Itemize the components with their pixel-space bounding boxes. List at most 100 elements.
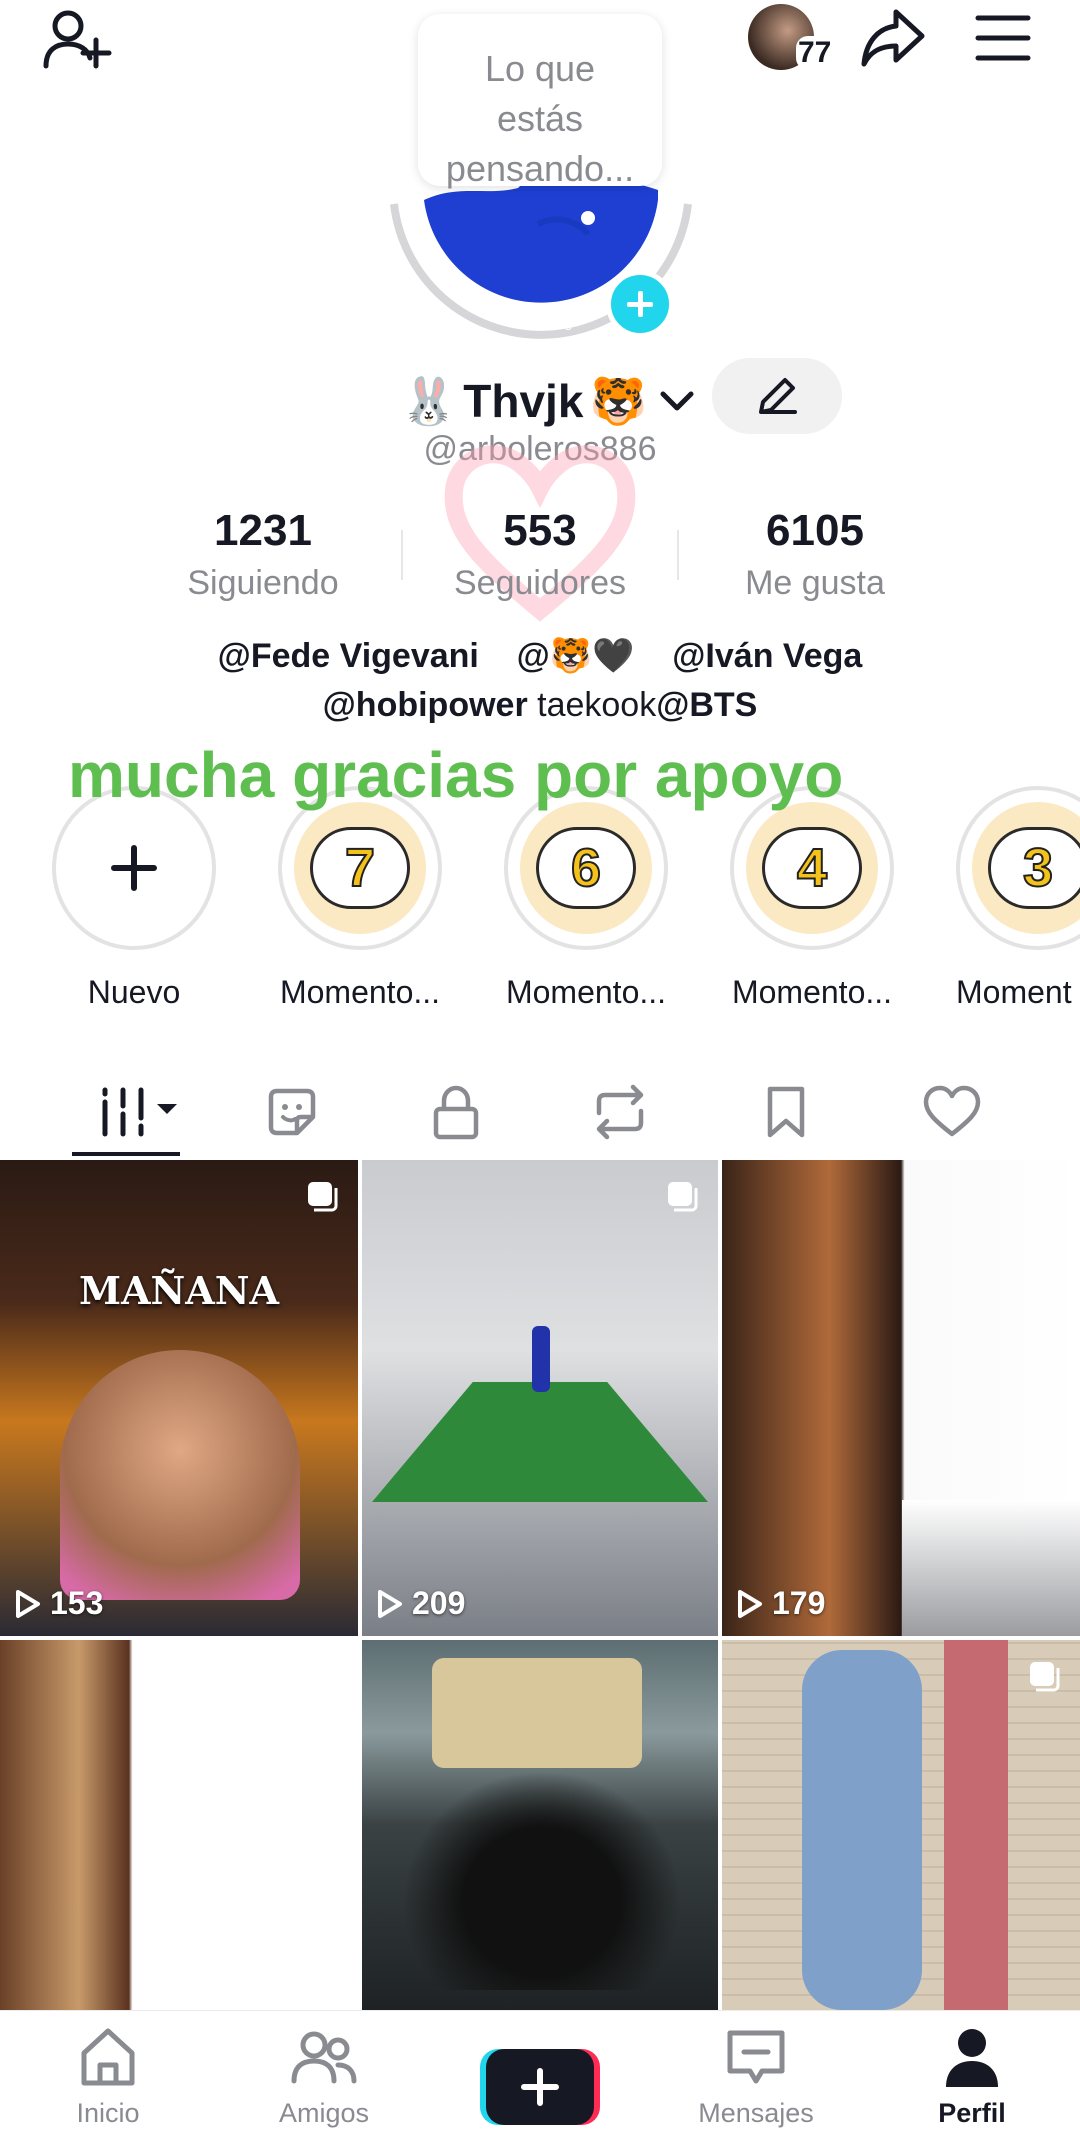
nav-friends[interactable]: Amigos bbox=[244, 2025, 404, 2129]
tab-reposts[interactable] bbox=[584, 1076, 656, 1148]
thumbnail-dancers bbox=[402, 1770, 682, 1990]
stat-following[interactable]: 1231 Siguiendo bbox=[133, 506, 393, 603]
stat-divider bbox=[677, 530, 679, 580]
highlight-moment[interactable]: 6 Momento... bbox=[504, 786, 668, 1011]
view-count-value: 209 bbox=[412, 1585, 466, 1621]
thumbnail-people bbox=[60, 1350, 300, 1600]
home-icon bbox=[81, 2028, 135, 2086]
nav-label: Mensajes bbox=[698, 2098, 814, 2128]
stat-divider bbox=[401, 530, 403, 580]
highlight-label: Nuevo bbox=[87, 974, 181, 1010]
friend-avatar-with-count[interactable]: 77 bbox=[748, 4, 836, 76]
multi-photo-icon bbox=[308, 1182, 338, 1212]
bio-line-1: @Fede Vigevani @🐯🖤 @Iván Vega bbox=[0, 636, 1080, 676]
tab-liked[interactable] bbox=[916, 1076, 988, 1148]
mention-link[interactable]: @BTS bbox=[656, 686, 757, 724]
bottom-navigation: Inicio Amigos Mensajes Perfil bbox=[0, 2010, 1080, 2148]
thumbnail-title-overlay: MAÑANA bbox=[79, 1268, 279, 1313]
likes-count: 6105 bbox=[766, 506, 864, 555]
view-count-value: 153 bbox=[50, 1585, 104, 1621]
green-caption-overlay: mucha gracias por apoyo bbox=[68, 739, 844, 811]
video-thumbnail[interactable]: 179 bbox=[722, 1160, 1080, 1636]
followers-label: Seguidores bbox=[453, 564, 626, 602]
play-icon bbox=[738, 1589, 762, 1618]
thumbnail-floor bbox=[372, 1382, 708, 1502]
plus-icon bbox=[111, 845, 157, 891]
highlight-moment[interactable]: 4 Momento... bbox=[730, 786, 894, 1011]
heart-icon bbox=[923, 1085, 981, 1137]
highlight-label: Moment bbox=[956, 974, 1072, 1010]
friends-icon bbox=[291, 2031, 357, 2084]
content-tabs bbox=[0, 1062, 1080, 1162]
bookmark-icon bbox=[767, 1086, 805, 1138]
highlight-number: 7 bbox=[310, 827, 410, 909]
bio-text: taekook bbox=[527, 686, 657, 724]
mention-link[interactable]: @🐯🖤 bbox=[517, 637, 635, 675]
nav-home[interactable]: Inicio bbox=[28, 2025, 188, 2129]
mention-link[interactable]: @Fede Vigevani bbox=[218, 637, 479, 675]
highlight-label: Momento... bbox=[505, 974, 667, 1010]
view-count: 179 bbox=[736, 1585, 825, 1622]
share-icon[interactable] bbox=[858, 4, 928, 74]
edit-profile-button[interactable] bbox=[712, 358, 842, 434]
tab-stickers[interactable] bbox=[256, 1076, 328, 1148]
name-suffix-emoji: 🐯 bbox=[589, 374, 647, 427]
stat-likes[interactable]: 6105 Me gusta bbox=[685, 506, 945, 603]
likes-label: Me gusta bbox=[745, 564, 885, 602]
thought-line-2: estás bbox=[496, 98, 584, 139]
display-name-row[interactable]: 🐰 Thvjk 🐯 bbox=[400, 366, 697, 436]
stat-followers[interactable]: 553 Seguidores bbox=[410, 506, 670, 603]
mention-link[interactable]: @Iván Vega bbox=[672, 637, 862, 675]
messages-icon bbox=[727, 2030, 785, 2084]
highlight-new[interactable]: Nuevo bbox=[52, 786, 216, 1011]
thought-bubble[interactable]: Lo que estás pensando... bbox=[418, 14, 662, 189]
highlight-label: Momento... bbox=[279, 974, 441, 1010]
grid-filter-icon bbox=[102, 1087, 177, 1137]
add-story-button[interactable] bbox=[606, 270, 674, 338]
thought-line-3: pensando... bbox=[445, 148, 635, 189]
highlight-moment[interactable]: 3 Moment bbox=[956, 786, 1080, 1011]
video-thumbnail[interactable]: 209 bbox=[362, 1160, 718, 1636]
chevron-down-icon[interactable] bbox=[657, 386, 697, 416]
menu-icon[interactable] bbox=[974, 10, 1032, 66]
video-thumbnail[interactable]: MAÑANA 153 bbox=[0, 1160, 358, 1636]
tab-saved[interactable] bbox=[750, 1076, 822, 1148]
tab-private[interactable] bbox=[420, 1076, 492, 1148]
thumbnail-shadow bbox=[902, 1500, 1080, 1636]
avatar-watermark: @vig bbox=[540, 314, 573, 330]
play-icon bbox=[16, 1589, 40, 1618]
multi-photo-icon bbox=[1030, 1662, 1060, 1692]
video-thumbnail[interactable] bbox=[722, 1640, 1080, 2010]
nav-messages[interactable]: Mensajes bbox=[676, 2025, 836, 2129]
thumbnail-figure bbox=[532, 1326, 550, 1392]
video-thumbnail[interactable] bbox=[0, 1640, 358, 2010]
active-tab-indicator bbox=[72, 1152, 180, 1156]
notification-count: 77 bbox=[796, 36, 834, 70]
nav-label: Inicio bbox=[76, 2098, 140, 2128]
nav-label: Amigos bbox=[278, 2098, 370, 2128]
name-prefix-emoji: 🐰 bbox=[400, 374, 458, 427]
mention-link[interactable]: @hobipower bbox=[323, 686, 528, 724]
pencil-icon bbox=[759, 378, 797, 414]
view-count-value: 179 bbox=[772, 1585, 826, 1621]
thumbnail-pole bbox=[944, 1640, 1008, 2010]
view-count: 209 bbox=[376, 1585, 465, 1622]
tab-videos-grid[interactable] bbox=[90, 1076, 186, 1148]
thumbnail-slide bbox=[802, 1650, 922, 2010]
add-friend-icon[interactable] bbox=[40, 4, 112, 76]
lock-icon bbox=[433, 1085, 479, 1140]
nav-profile[interactable]: Perfil bbox=[892, 2025, 1052, 2129]
highlight-moment[interactable]: 7 Momento... bbox=[278, 786, 442, 1011]
create-video-button[interactable] bbox=[480, 2049, 600, 2125]
bio-line-2: @hobipower taekook@BTS bbox=[0, 686, 1080, 725]
highlight-number: 3 bbox=[988, 827, 1080, 909]
highlight-circle: 3 bbox=[956, 786, 1080, 950]
profile-icon bbox=[946, 2029, 998, 2087]
following-label: Siguiendo bbox=[187, 564, 339, 602]
video-thumbnail[interactable] bbox=[362, 1640, 718, 2010]
highlight-number: 4 bbox=[762, 827, 862, 909]
thumbnail-bus bbox=[432, 1658, 642, 1768]
multi-photo-icon bbox=[668, 1182, 698, 1212]
following-count: 1231 bbox=[214, 506, 312, 555]
highlight-label: Momento... bbox=[731, 974, 893, 1010]
